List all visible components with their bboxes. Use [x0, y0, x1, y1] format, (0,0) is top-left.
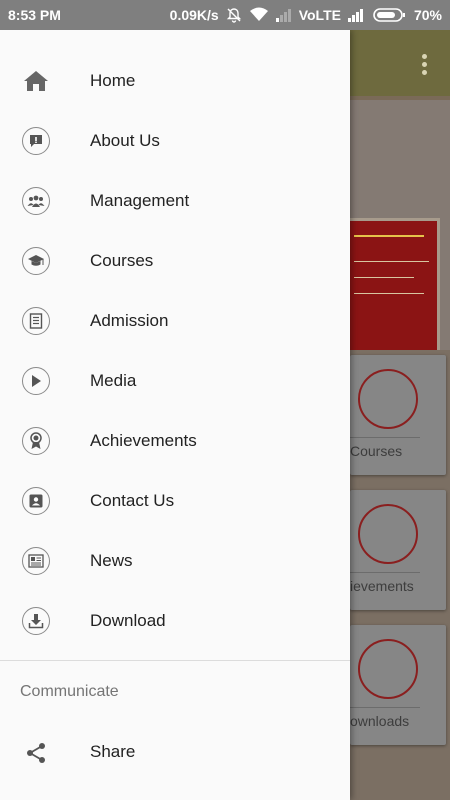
home-icon — [21, 66, 51, 96]
drawer-item-courses[interactable]: Courses — [0, 231, 350, 291]
drawer-menu: Home About Us Management Courses Admissi… — [0, 30, 350, 651]
drawer-item-share[interactable]: Share — [0, 723, 350, 781]
group-icon — [21, 186, 51, 216]
notifications-muted-icon — [226, 7, 242, 23]
drawer-item-label: Media — [90, 371, 137, 390]
card-downloads[interactable]: ownloads — [350, 625, 446, 745]
play-icon — [21, 366, 51, 396]
battery-icon — [373, 7, 407, 23]
wifi-icon — [249, 7, 269, 23]
drawer-item-admission[interactable]: Admission — [0, 291, 350, 351]
section-header-communicate: Communicate — [20, 683, 119, 700]
card-label: ievements — [350, 578, 414, 594]
drawer-item-media[interactable]: Media — [0, 351, 350, 411]
graduation-cap-icon — [21, 246, 51, 276]
navigation-drawer: Home About Us Management Courses Admissi… — [0, 30, 350, 800]
card-label: ownloads — [350, 713, 410, 729]
share-icon — [21, 738, 51, 768]
drawer-item-contact-us[interactable]: Contact Us — [0, 471, 350, 531]
overflow-menu-icon[interactable] — [422, 54, 428, 78]
drawer-item-management[interactable]: Management — [0, 171, 350, 231]
drawer-item-label: Contact Us — [90, 491, 175, 510]
status-time: 8:53 PM — [8, 7, 61, 23]
award-icon — [21, 426, 51, 456]
volte-label: VoLTE — [298, 7, 341, 23]
banner-sign — [345, 218, 440, 350]
drawer-item-achievements[interactable]: Achievements — [0, 411, 350, 471]
drawer-item-label: Courses — [90, 251, 154, 270]
network-speed: 0.09K/s — [169, 7, 219, 23]
download-icon — [21, 606, 51, 636]
drawer-item-label: About Us — [90, 131, 160, 150]
communicate-menu: Share — [0, 723, 350, 781]
battery-percent: 70% — [413, 7, 442, 23]
newspaper-icon — [21, 546, 51, 576]
download-icon — [358, 639, 418, 699]
card-achievements[interactable]: ievements — [350, 490, 446, 610]
about-icon — [21, 126, 51, 156]
drawer-item-download[interactable]: Download — [0, 591, 350, 651]
drawer-item-label: Achievements — [90, 431, 197, 450]
card-courses[interactable]: Courses — [350, 355, 446, 475]
drawer-item-label: Download — [90, 611, 166, 630]
award-icon — [358, 504, 418, 564]
drawer-item-label: Management — [90, 191, 190, 210]
drawer-item-label: Admission — [90, 311, 169, 330]
drawer-item-home[interactable]: Home — [0, 51, 350, 111]
drawer-item-news[interactable]: News — [0, 531, 350, 591]
status-bar: 8:53 PM 0.09K/s VoLTE 70% — [0, 0, 450, 30]
signal-weak-icon — [275, 8, 292, 22]
graduation-cap-icon — [358, 369, 418, 429]
admission-form-icon — [21, 306, 51, 336]
drawer-item-label: Home — [90, 71, 136, 90]
drawer-item-about-us[interactable]: About Us — [0, 111, 350, 171]
drawer-item-label: News — [90, 551, 133, 570]
contact-icon — [21, 486, 51, 516]
signal-icon — [347, 8, 366, 22]
drawer-item-label: Share — [90, 742, 136, 761]
card-label: Courses — [350, 443, 403, 459]
